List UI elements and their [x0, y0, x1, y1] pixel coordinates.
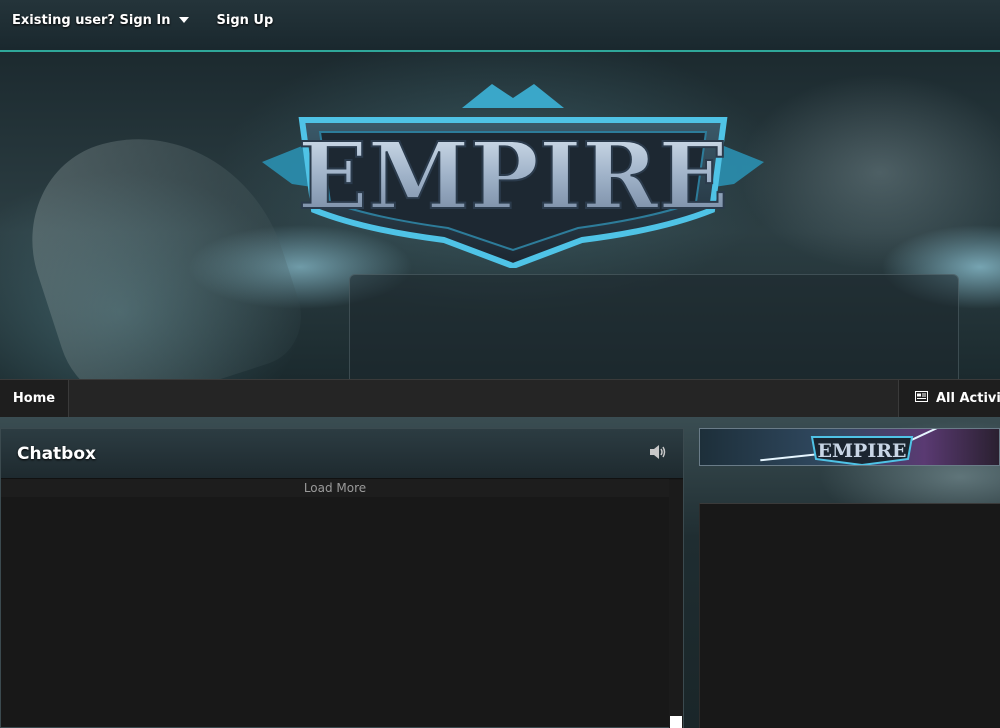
chat-scrollbar-thumb[interactable]: [670, 716, 682, 728]
chat-scrollbar[interactable]: [669, 480, 683, 728]
sign-in-dropdown[interactable]: Existing user? Sign In: [12, 2, 189, 38]
chatbox: Chatbox Load More: [0, 428, 684, 728]
user-bar: Existing user? Sign In Sign Up: [0, 0, 1000, 52]
caret-down-icon: [178, 17, 189, 23]
empire-logo-shield-icon: EMPIRE: [262, 84, 764, 270]
site-logo[interactable]: EMPIRE: [262, 80, 764, 270]
sign-up-link[interactable]: Sign Up: [217, 2, 274, 38]
sign-in-label: Existing user? Sign In: [12, 12, 171, 28]
sign-up-label: Sign Up: [216, 12, 274, 28]
nav-activity-label: All Activity: [936, 391, 1000, 406]
main-nav: Home All Activity: [0, 379, 1000, 417]
load-more-button[interactable]: Load More: [1, 479, 669, 497]
header-banner: EMPIRE: [0, 52, 1000, 379]
newspaper-icon: [915, 391, 928, 406]
nav-home-label: Home: [12, 391, 56, 406]
sidebar-banner[interactable]: EMPIRE: [699, 428, 1000, 466]
sidebar-banner-text: EMPIRE: [818, 440, 907, 462]
chatbox-header: Chatbox: [1, 429, 683, 479]
sidebar-panel: [699, 503, 1000, 728]
nav-home[interactable]: Home: [0, 380, 69, 417]
banner-frame: [349, 274, 959, 379]
chatbox-title: Chatbox: [17, 443, 96, 464]
logo-text: EMPIRE: [298, 122, 729, 230]
nav-all-activity[interactable]: All Activity: [898, 380, 1000, 417]
sidebar-banner-logo: EMPIRE: [810, 436, 914, 465]
speaker-icon[interactable]: [649, 444, 667, 464]
